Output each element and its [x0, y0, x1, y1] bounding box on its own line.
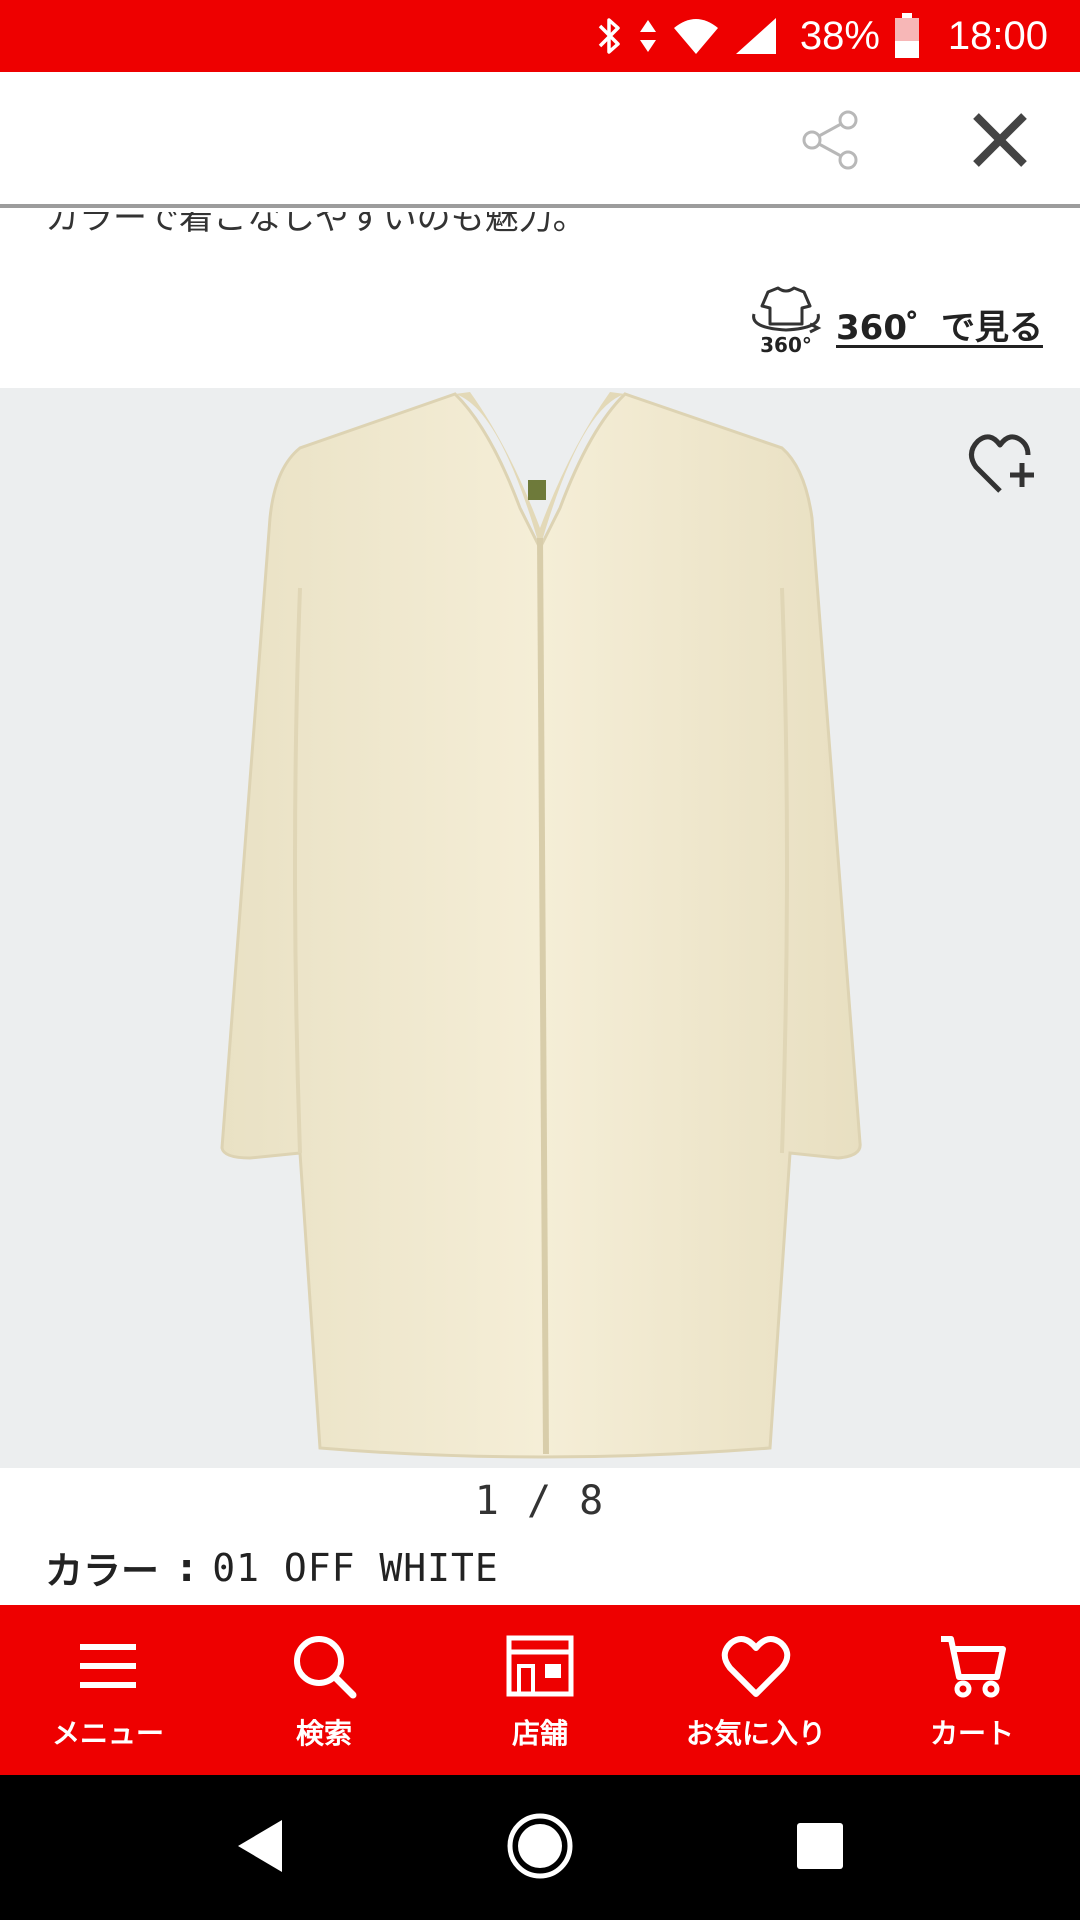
color-value: 01 OFF WHITE	[212, 1545, 499, 1590]
clock: 18:00	[947, 13, 1048, 58]
nav-store[interactable]: 店舗	[432, 1605, 648, 1775]
home-icon	[504, 1810, 576, 1886]
nav-favorites-label: お気に入り	[685, 1717, 826, 1750]
back-button[interactable]	[210, 1798, 310, 1898]
nav-cart-label: カート	[929, 1717, 1014, 1750]
nav-search[interactable]: 検索	[216, 1605, 432, 1775]
nav-cart[interactable]: カート	[864, 1605, 1080, 1775]
cell-signal-icon	[734, 16, 778, 56]
back-icon	[230, 1816, 290, 1880]
rotate-360-icon: 360°	[748, 284, 824, 364]
color-label: カラー	[45, 1549, 160, 1593]
close-button[interactable]	[960, 102, 1040, 182]
recents-icon	[795, 1821, 845, 1875]
product-image[interactable]	[0, 388, 1080, 1468]
share-icon	[798, 108, 862, 176]
heart-plus-icon	[968, 429, 1038, 503]
heart-icon	[718, 1628, 794, 1704]
home-button[interactable]	[490, 1798, 590, 1898]
close-icon	[970, 110, 1030, 174]
battery-icon	[894, 13, 920, 59]
wifi-icon	[672, 16, 720, 56]
nav-search-label: 検索	[295, 1717, 352, 1750]
status-bar: 38% 18:00	[0, 0, 1080, 72]
share-button[interactable]	[795, 107, 865, 177]
description-text-cutoff: カラーで着こなしやすいのも魅力。	[45, 212, 587, 232]
android-navigation-bar	[0, 1775, 1080, 1920]
nav-favorites[interactable]: お気に入り	[648, 1605, 864, 1775]
color-selection-row: カラー : 01 OFF WHITE	[45, 1540, 499, 1595]
coat-image	[220, 392, 862, 1459]
top-header	[0, 72, 1080, 208]
view-360-label[interactable]: 360゜で見る	[836, 300, 1043, 349]
recents-button[interactable]	[770, 1798, 870, 1898]
bluetooth-icon	[596, 16, 624, 56]
nav-menu[interactable]: メニュー	[0, 1605, 216, 1775]
data-arrows-icon	[638, 16, 658, 56]
menu-icon	[70, 1628, 146, 1704]
battery-percent: 38%	[799, 13, 880, 58]
view-360-link[interactable]: 360° 360゜で見る	[748, 284, 1043, 364]
image-pager: 1 / 8	[474, 1478, 606, 1524]
nav-store-label: 店舗	[511, 1717, 568, 1750]
color-separator: :	[179, 1545, 195, 1590]
search-icon	[286, 1628, 362, 1704]
store-icon	[502, 1628, 578, 1704]
add-to-wishlist-button[interactable]	[965, 428, 1041, 504]
cart-icon	[934, 1628, 1010, 1704]
rotate-360-icon-caption: 360°	[760, 333, 812, 357]
bottom-navigation: メニュー 検索 店舗 お気に入り カート	[0, 1605, 1080, 1775]
nav-menu-label: メニュー	[51, 1717, 164, 1750]
